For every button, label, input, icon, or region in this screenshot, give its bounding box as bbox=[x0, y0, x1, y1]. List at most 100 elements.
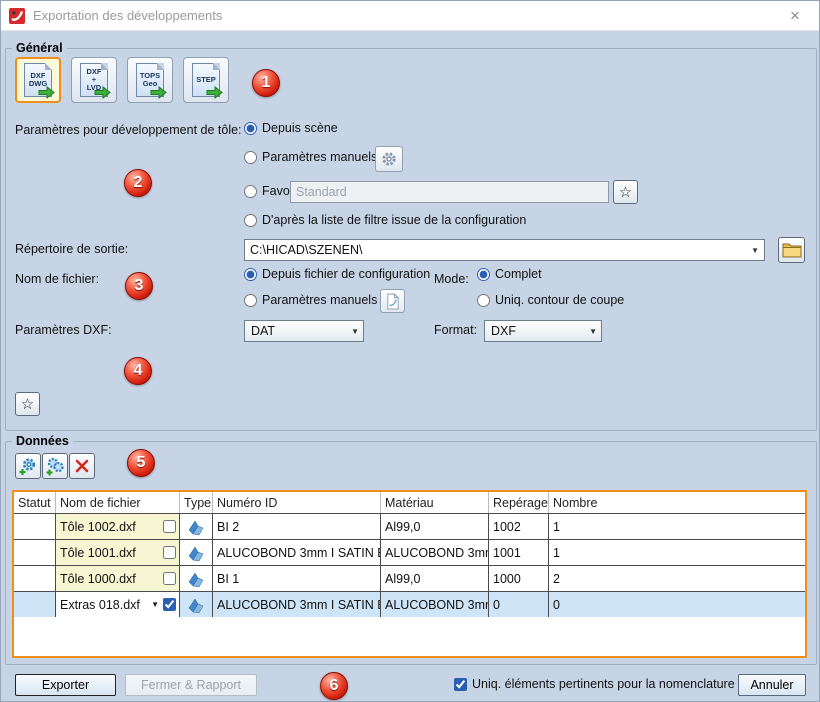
manual-name-edit-button[interactable] bbox=[380, 289, 405, 313]
col-nom-fichier[interactable]: Nom de fichier bbox=[56, 492, 180, 513]
type-cell bbox=[180, 566, 213, 591]
nombre-cell: 1 bbox=[549, 514, 805, 539]
group-general-legend: Général bbox=[12, 41, 67, 55]
statut-cell bbox=[14, 592, 56, 617]
radio-manual-name[interactable]: Paramètres manuels bbox=[244, 293, 377, 307]
dxf-dwg-document-icon: DXF DWG bbox=[24, 63, 52, 97]
chevron-down-icon[interactable]: ▼ bbox=[749, 246, 761, 255]
materiau-cell: Al99,0 bbox=[381, 566, 489, 591]
export-button[interactable]: Exporter bbox=[15, 674, 116, 696]
file-cell[interactable]: Tôle 1002.dxf bbox=[56, 514, 180, 539]
star-icon: ☆ bbox=[619, 185, 632, 200]
bom-relevant-checkbox[interactable] bbox=[454, 678, 467, 691]
annotation-4: 4 bbox=[124, 357, 152, 385]
app-icon bbox=[9, 8, 25, 24]
radio-depuis-scene[interactable]: Depuis scène bbox=[244, 121, 338, 135]
chevron-down-icon[interactable]: ▼ bbox=[151, 600, 159, 609]
radio-complet[interactable]: Complet bbox=[477, 267, 542, 281]
statut-cell bbox=[14, 540, 56, 565]
col-statut[interactable]: Statut bbox=[14, 492, 56, 513]
gear-icon bbox=[379, 149, 399, 169]
manual-name-radio[interactable] bbox=[244, 294, 257, 307]
annotation-6: 6 bbox=[320, 672, 348, 700]
manual-params-gear-button[interactable] bbox=[375, 146, 403, 172]
type-cell bbox=[180, 592, 213, 617]
bom-relevant-label: Uniq. éléments pertinents pour la nomenc… bbox=[472, 677, 735, 691]
favoris-radio[interactable] bbox=[244, 185, 257, 198]
window-title: Exportation des développements bbox=[33, 8, 222, 23]
materiau-cell: ALUCOBOND 3mm bbox=[381, 592, 489, 617]
contour-coupe-radio[interactable] bbox=[477, 294, 490, 307]
table-row-selected[interactable]: Extras 018.dxf ▼ ALUCOBOND 3mm I SATIN B… bbox=[14, 591, 805, 617]
nombre-cell: 1 bbox=[549, 540, 805, 565]
row-checkbox[interactable] bbox=[163, 520, 176, 533]
annotation-1: 1 bbox=[252, 69, 280, 97]
format-button-tops-geo[interactable]: TOPS Geo bbox=[127, 57, 173, 103]
sheet-metal-icon bbox=[187, 544, 205, 562]
file-cell[interactable]: Tôle 1000.dxf bbox=[56, 566, 180, 591]
folder-icon bbox=[782, 242, 802, 258]
type-cell bbox=[180, 514, 213, 539]
depuis-scene-radio[interactable] bbox=[244, 122, 257, 135]
table-row[interactable]: Tôle 1000.dxf BI 1 Al99,0 1000 2 bbox=[14, 565, 805, 591]
favoris-star-button[interactable]: ☆ bbox=[613, 180, 638, 204]
dxf-lvd-document-icon: DXF + LVD bbox=[80, 63, 108, 97]
bom-relevant-checkbox-row[interactable]: Uniq. éléments pertinents pour la nomenc… bbox=[454, 677, 735, 691]
close-report-button[interactable]: Fermer & Rapport bbox=[125, 674, 257, 696]
col-reperage[interactable]: Repérage bbox=[489, 492, 549, 513]
star-icon: ☆ bbox=[21, 397, 34, 412]
red-x-icon bbox=[73, 457, 91, 475]
green-arrow-icon bbox=[206, 86, 223, 99]
add-multi-gear-button[interactable] bbox=[42, 453, 68, 479]
annotation-5: 5 bbox=[127, 449, 155, 477]
favorites-star-button[interactable]: ☆ bbox=[15, 392, 40, 416]
col-materiau[interactable]: Matériau bbox=[381, 492, 489, 513]
delete-button[interactable] bbox=[69, 453, 95, 479]
file-cell[interactable]: Tôle 1001.dxf bbox=[56, 540, 180, 565]
table-row[interactable]: Tôle 1002.dxf BI 2 Al99,0 1002 1 bbox=[14, 513, 805, 539]
numero-id-cell: BI 2 bbox=[213, 514, 381, 539]
row-checkbox[interactable] bbox=[163, 598, 176, 611]
config-file-radio[interactable] bbox=[244, 268, 257, 281]
browse-folder-button[interactable] bbox=[778, 237, 805, 263]
liste-filtre-radio[interactable] bbox=[244, 214, 257, 227]
favoris-input[interactable]: Standard bbox=[290, 181, 609, 203]
row-checkbox[interactable] bbox=[163, 546, 176, 559]
mode-label: Mode: bbox=[434, 272, 469, 286]
radio-params-manuels[interactable]: Paramètres manuels bbox=[244, 150, 377, 164]
statut-cell bbox=[14, 514, 56, 539]
format-select[interactable]: DXF ▼ bbox=[484, 320, 602, 342]
format-button-dxf-dwg[interactable]: DXF DWG bbox=[15, 57, 61, 103]
annotation-2: 2 bbox=[124, 169, 152, 197]
close-icon[interactable]: × bbox=[785, 7, 805, 27]
row-checkbox[interactable] bbox=[163, 572, 176, 585]
format-button-dxf-lvd[interactable]: DXF + LVD bbox=[71, 57, 117, 103]
cancel-button[interactable]: Annuler bbox=[738, 674, 806, 696]
col-nombre[interactable]: Nombre bbox=[549, 492, 805, 513]
dxf-params-label: Paramètres DXF: bbox=[15, 323, 112, 337]
radio-contour-coupe[interactable]: Uniq. contour de coupe bbox=[477, 293, 624, 307]
output-dir-combobox[interactable]: C:\HICAD\SZENEN\ ▼ bbox=[244, 239, 765, 261]
add-single-gear-button[interactable] bbox=[15, 453, 41, 479]
statut-cell bbox=[14, 566, 56, 591]
col-type[interactable]: Type bbox=[180, 492, 213, 513]
radio-liste-filtre[interactable]: D'après la liste de filtre issue de la c… bbox=[244, 213, 526, 227]
nombre-cell: 0 bbox=[549, 592, 805, 617]
table-row[interactable]: Tôle 1001.dxf ALUCOBOND 3mm I SATIN BRO … bbox=[14, 539, 805, 565]
dxf-params-select[interactable]: DAT ▼ bbox=[244, 320, 364, 342]
numero-id-cell: ALUCOBOND 3mm I SATIN BRO bbox=[213, 592, 381, 617]
col-numero-id[interactable]: Numéro ID bbox=[213, 492, 381, 513]
sheet-metal-icon bbox=[187, 518, 205, 536]
sheet-params-label: Paramètres pour développement de tôle: bbox=[15, 123, 242, 137]
reperage-cell: 1000 bbox=[489, 566, 549, 591]
nombre-cell: 2 bbox=[549, 566, 805, 591]
numero-id-cell: BI 1 bbox=[213, 566, 381, 591]
type-cell bbox=[180, 540, 213, 565]
complet-radio[interactable] bbox=[477, 268, 490, 281]
params-manuels-radio[interactable] bbox=[244, 151, 257, 164]
radio-config-file[interactable]: Depuis fichier de configuration bbox=[244, 267, 430, 281]
format-button-step[interactable]: STEP bbox=[183, 57, 229, 103]
green-arrow-icon bbox=[94, 86, 111, 99]
reperage-cell: 1001 bbox=[489, 540, 549, 565]
file-cell-dropdown[interactable]: Extras 018.dxf ▼ bbox=[56, 592, 180, 617]
